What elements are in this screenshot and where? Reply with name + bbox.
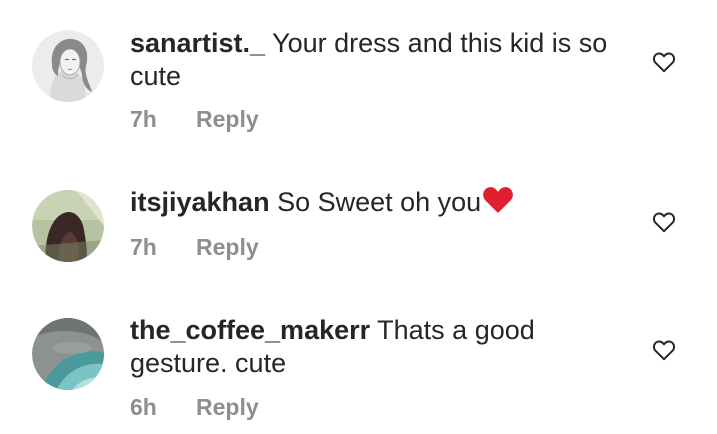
comment-username[interactable]: itsjiyakhan [130, 187, 270, 217]
comment-time: 6h [130, 394, 157, 420]
comment-meta: 7h Reply [130, 234, 259, 261]
like-button[interactable] [651, 49, 677, 75]
reply-button[interactable]: Reply [196, 234, 259, 261]
comment-username[interactable]: the_coffee_makerr [130, 315, 370, 345]
heart-outline-icon [652, 340, 676, 361]
comment-time: 7h [130, 234, 157, 260]
portrait-sketch-avatar-icon [32, 30, 104, 102]
comment-time: 7h [130, 106, 157, 132]
comment-body: sanartist._ Your dress and this kid is s… [130, 27, 630, 93]
comment-item: sanartist._ Your dress and this kid is s… [0, 0, 717, 150]
avatar[interactable] [32, 30, 104, 102]
reply-button[interactable]: Reply [196, 106, 259, 133]
like-button[interactable] [651, 337, 677, 363]
comment-meta: 6h Reply [130, 394, 259, 421]
comment-meta: 7h Reply [130, 106, 259, 133]
avatar[interactable] [32, 190, 104, 262]
photo-avatar-icon [32, 190, 104, 262]
avatar[interactable] [32, 318, 104, 390]
red-heart-icon [483, 187, 514, 213]
heart-outline-icon [652, 52, 676, 73]
comment-text: So Sweet oh you [269, 187, 482, 217]
teal-abstract-avatar-icon [32, 318, 104, 390]
comment-item: the_coffee_makerr Thats a good gesture. … [0, 280, 717, 434]
like-button[interactable] [651, 209, 677, 235]
heart-outline-icon [652, 212, 676, 233]
comment-body: the_coffee_makerr Thats a good gesture. … [130, 314, 630, 380]
red-heart-emoji [482, 186, 514, 222]
comment-username[interactable]: sanartist._ [130, 28, 265, 58]
comment-body: itsjiyakhan So Sweet oh you [130, 186, 630, 222]
reply-button[interactable]: Reply [196, 394, 259, 421]
comment-item: itsjiyakhan So Sweet oh you 7h Reply [0, 150, 717, 280]
